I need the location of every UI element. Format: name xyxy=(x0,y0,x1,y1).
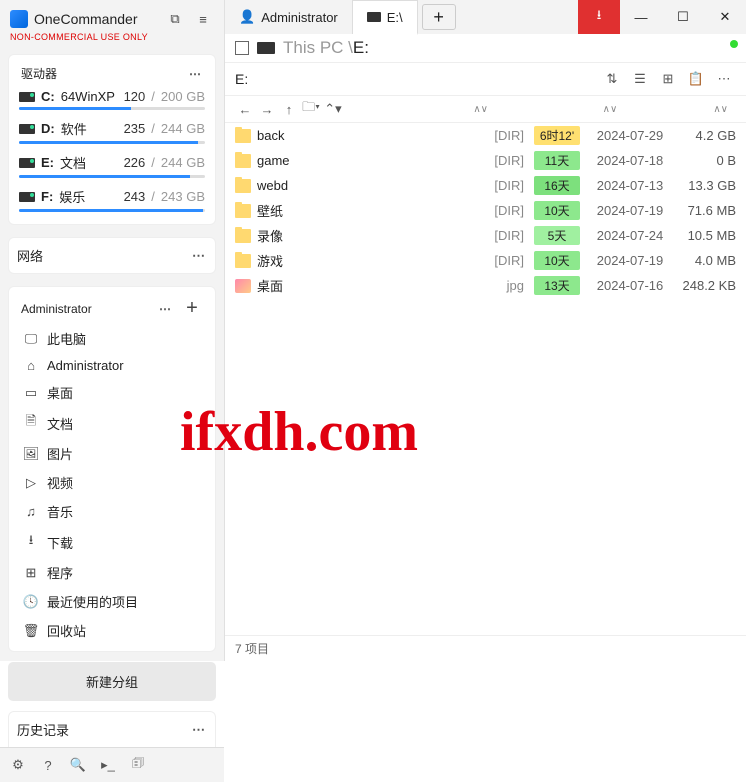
status-indicator-icon xyxy=(730,40,738,48)
download-button[interactable]: ⭳ xyxy=(578,0,620,34)
close-button[interactable]: ✕ xyxy=(704,0,746,34)
nav-item[interactable]: ⭳下载 xyxy=(13,526,211,558)
file-row[interactable]: 壁纸 [DIR] 10天 2024-07-19 71.6 MB xyxy=(225,198,746,223)
network-heading: 网络 xyxy=(17,246,43,265)
location-label[interactable]: E: xyxy=(235,71,596,87)
folder-icon xyxy=(235,129,251,143)
nav-icon: ⭳ xyxy=(23,531,39,553)
drive-item[interactable]: D:软件 235 / 244 GB xyxy=(13,116,211,150)
nav-item[interactable]: ♫音乐 xyxy=(13,497,211,526)
nav-item[interactable]: 🖼图片 xyxy=(13,439,211,468)
panel-toggle-icon[interactable]: ⧉ xyxy=(164,8,186,30)
nav-icon: ▷ xyxy=(23,475,39,491)
drives-heading: 驱动器 xyxy=(21,65,57,82)
file-row[interactable]: game [DIR] 11天 2024-07-18 0 B xyxy=(225,148,746,173)
drives-more-icon[interactable]: ⋯ xyxy=(189,67,203,81)
nav-icon: 🗎 xyxy=(23,412,39,434)
help-icon[interactable]: ? xyxy=(34,752,62,778)
menu-icon[interactable]: ≡ xyxy=(192,8,214,30)
drive-icon xyxy=(19,158,35,168)
forward-icon[interactable]: → xyxy=(257,99,277,119)
breadcrumb[interactable]: This PC \E: xyxy=(283,38,369,58)
new-item-icon[interactable]: ⊞ xyxy=(656,67,680,91)
network-more-icon[interactable]: ⋯ xyxy=(192,248,207,264)
maximize-button[interactable]: ☐ xyxy=(662,0,704,34)
folder-tree-icon[interactable]: 🗀▾ xyxy=(301,99,321,119)
file-row[interactable]: webd [DIR] 16天 2024-07-13 13.3 GB xyxy=(225,173,746,198)
history-heading: 历史记录 xyxy=(17,720,69,739)
nav-icon: ⊞ xyxy=(23,565,39,581)
nav-item[interactable]: ⌂Administrator xyxy=(13,353,211,378)
up-icon[interactable]: ↑ xyxy=(279,99,299,119)
edition-label: NON-COMMERCIAL USE ONLY xyxy=(0,32,224,48)
folder-icon xyxy=(235,229,251,243)
back-icon[interactable]: ← xyxy=(235,99,255,119)
col-sort-date[interactable]: ∧∨ xyxy=(570,104,650,115)
nav-item[interactable]: ▷视频 xyxy=(13,468,211,497)
nav-item[interactable]: ⊞程序 xyxy=(13,558,211,587)
nav-item[interactable]: 🗑回收站 xyxy=(13,616,211,645)
drive-icon xyxy=(367,12,381,22)
search-icon[interactable]: 🔍 xyxy=(64,752,92,778)
list-view-icon[interactable]: ☰ xyxy=(628,67,652,91)
drive-icon xyxy=(19,124,35,134)
nav-icon: 🖼 xyxy=(23,446,39,462)
folder-icon xyxy=(235,254,251,268)
nav-item[interactable]: 🖵此电脑 xyxy=(13,324,211,353)
new-group-button[interactable]: 新建分组 xyxy=(8,662,216,701)
app-title: OneCommander xyxy=(34,11,158,27)
file-row[interactable]: back [DIR] 6时12' 2024-07-29 4.2 GB xyxy=(225,123,746,148)
status-count: 7 项目 xyxy=(235,640,269,657)
nav-icon: 🖵 xyxy=(23,331,39,347)
pin-icon[interactable]: ⌃▾ xyxy=(323,99,343,119)
pane-toggle-icon[interactable] xyxy=(235,41,249,55)
tab[interactable]: E:\ xyxy=(353,0,418,35)
terminal-icon[interactable]: ▸_ xyxy=(94,752,122,778)
more-tools-icon[interactable]: ⋯ xyxy=(712,67,736,91)
tab[interactable]: 👤Administrator xyxy=(225,0,353,34)
drive-item[interactable]: E:文档 226 / 244 GB xyxy=(13,150,211,184)
new-tab-button[interactable]: + xyxy=(422,4,456,30)
drive-item[interactable]: F:娱乐 243 / 243 GB xyxy=(13,184,211,218)
admin-more-icon[interactable]: ⋯ xyxy=(159,302,173,316)
file-row[interactable]: 录像 [DIR] 5天 2024-07-24 10.5 MB xyxy=(225,223,746,248)
nav-icon: 🗑 xyxy=(23,623,39,639)
nav-icon: ▭ xyxy=(23,385,39,401)
admin-heading: Administrator xyxy=(21,302,92,316)
drive-item[interactable]: C:64WinXP 120 / 200 GB xyxy=(13,86,211,116)
history-more-icon[interactable]: ⋯ xyxy=(192,722,207,738)
col-sort-size[interactable]: ∧∨ xyxy=(668,104,728,115)
nav-item[interactable]: 🗎文档 xyxy=(13,407,211,439)
admin-add-icon[interactable]: + xyxy=(181,297,203,320)
person-icon: 👤 xyxy=(239,9,255,25)
paste-icon[interactable]: 📋 xyxy=(684,67,708,91)
notes-icon[interactable]: 🗊 xyxy=(124,752,152,778)
drive-icon xyxy=(257,42,275,54)
folder-icon xyxy=(235,204,251,218)
minimize-button[interactable]: — xyxy=(620,0,662,34)
settings-icon[interactable]: ⚙ xyxy=(4,752,32,778)
drive-icon xyxy=(19,192,35,202)
app-logo xyxy=(10,10,28,28)
file-row[interactable]: 游戏 [DIR] 10天 2024-07-19 4.0 MB xyxy=(225,248,746,273)
image-icon xyxy=(235,279,251,293)
drive-icon xyxy=(19,92,35,102)
nav-icon: ♫ xyxy=(23,504,39,519)
folder-icon xyxy=(235,154,251,168)
file-row[interactable]: 桌面 jpg 13天 2024-07-16 248.2 KB xyxy=(225,273,746,298)
sort-icon[interactable]: ⇅ xyxy=(600,67,624,91)
nav-item[interactable]: ▭桌面 xyxy=(13,378,211,407)
nav-item[interactable]: 🕓最近使用的项目 xyxy=(13,587,211,616)
nav-icon: 🕓 xyxy=(23,594,39,610)
col-sort-type[interactable]: ∧∨ xyxy=(473,104,488,115)
nav-icon: ⌂ xyxy=(23,358,39,373)
folder-icon xyxy=(235,179,251,193)
